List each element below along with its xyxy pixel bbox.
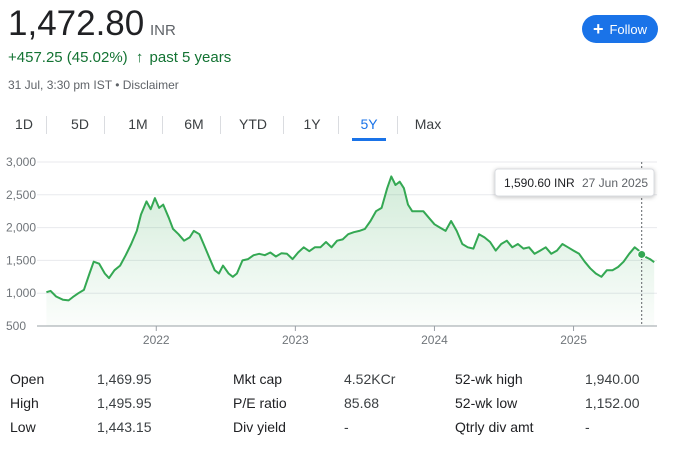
y-tick-label: 500 (6, 319, 26, 333)
stat-label-52wk-low: 52-wk low (455, 395, 518, 411)
price-chart[interactable]: 5001,0001,5002,0002,5003,000 2022 2023 202… (0, 148, 690, 356)
chart-tooltip: 1,590.60 INR 27 Jun 2025 (494, 168, 655, 197)
stat-value-mkt-cap: 4.52KCr (344, 371, 396, 387)
plus-icon: + (592, 19, 604, 39)
stat-label-52wk-high: 52-wk high (455, 371, 523, 387)
current-price: 1,472.80 (8, 4, 145, 43)
y-axis-ticks: 500 1,000 1,500 2,000 2,500 3,000 (6, 155, 36, 333)
stat-value-high: 1,495.95 (97, 395, 152, 411)
x-tick-label: 2022 (143, 333, 170, 347)
stat-label-high: High (10, 395, 39, 411)
stat-value-div-yield: - (344, 419, 349, 435)
tab-divider (104, 116, 105, 134)
tab-5d[interactable]: 5D (62, 112, 98, 138)
follow-label: Follow (609, 21, 648, 37)
quote-meta: 31 Jul, 3:30 pm IST • Disclaimer (8, 78, 179, 92)
x-tick-label: 2024 (421, 333, 448, 347)
tab-divider (397, 116, 398, 134)
y-tick-label: 2,500 (6, 188, 36, 202)
tab-ytd[interactable]: YTD (232, 112, 274, 138)
tab-1m[interactable]: 1M (119, 112, 157, 138)
tab-1d[interactable]: 1D (6, 112, 42, 138)
y-tick-label: 1,500 (6, 253, 36, 267)
x-axis-ticks: 2022 2023 2024 2025 (143, 326, 587, 347)
follow-button[interactable]: + Follow (582, 15, 658, 43)
tab-6m[interactable]: 6M (175, 112, 213, 138)
y-tick-label: 2,000 (6, 221, 36, 235)
stat-label-open: Open (10, 371, 45, 387)
stats-row: Open 1,469.95 Mkt cap 4.52KCr 52-wk high… (0, 371, 690, 395)
tab-divider (283, 116, 284, 134)
stat-value-low: 1,443.15 (97, 419, 152, 435)
tab-max[interactable]: Max (408, 112, 448, 138)
stat-label-div-yield: Div yield (233, 419, 286, 435)
tooltip-date: 27 Jun 2025 (582, 176, 648, 190)
stat-label-qtrly-div: Qtrly div amt (455, 419, 534, 435)
y-tick-label: 1,000 (6, 286, 36, 300)
disclaimer-link[interactable]: Disclaimer (123, 78, 179, 92)
currency-label: INR (150, 22, 176, 39)
tab-divider (338, 116, 339, 134)
stats-row: Low 1,443.15 Div yield - Qtrly div amt - (0, 419, 690, 443)
change-value: +457.25 (45.02%) (8, 49, 128, 66)
hover-point (637, 249, 647, 259)
stat-value-52wk-low: 1,152.00 (585, 395, 640, 411)
tab-1y[interactable]: 1Y (295, 112, 329, 138)
x-tick-label: 2025 (560, 333, 587, 347)
tab-divider (46, 116, 47, 134)
tooltip-value: 1,590.60 INR (504, 176, 575, 190)
price-area (46, 176, 655, 326)
stat-value-52wk-high: 1,940.00 (585, 371, 640, 387)
arrow-up-icon: ↑ (135, 49, 144, 66)
timestamp: 31 Jul, 3:30 pm IST (8, 78, 112, 92)
stats-row: High 1,495.95 P/E ratio 85.68 52-wk low … (0, 395, 690, 419)
tab-divider (220, 116, 221, 134)
stat-label-mkt-cap: Mkt cap (233, 371, 283, 387)
price-change: +457.25 (45.02%) ↑ past 5 years (8, 49, 231, 66)
stat-value-open: 1,469.95 (97, 371, 152, 387)
stat-label-pe-ratio: P/E ratio (233, 395, 287, 411)
change-period: past 5 years (149, 49, 232, 66)
stat-value-qtrly-div: - (585, 419, 590, 435)
stat-label-low: Low (10, 419, 36, 435)
meta-separator: • (115, 78, 120, 92)
stat-value-pe-ratio: 85.68 (344, 395, 380, 411)
y-tick-label: 3,000 (6, 155, 36, 169)
tab-5y[interactable]: 5Y (352, 112, 386, 141)
x-tick-label: 2023 (282, 333, 309, 347)
tab-divider (162, 116, 163, 134)
